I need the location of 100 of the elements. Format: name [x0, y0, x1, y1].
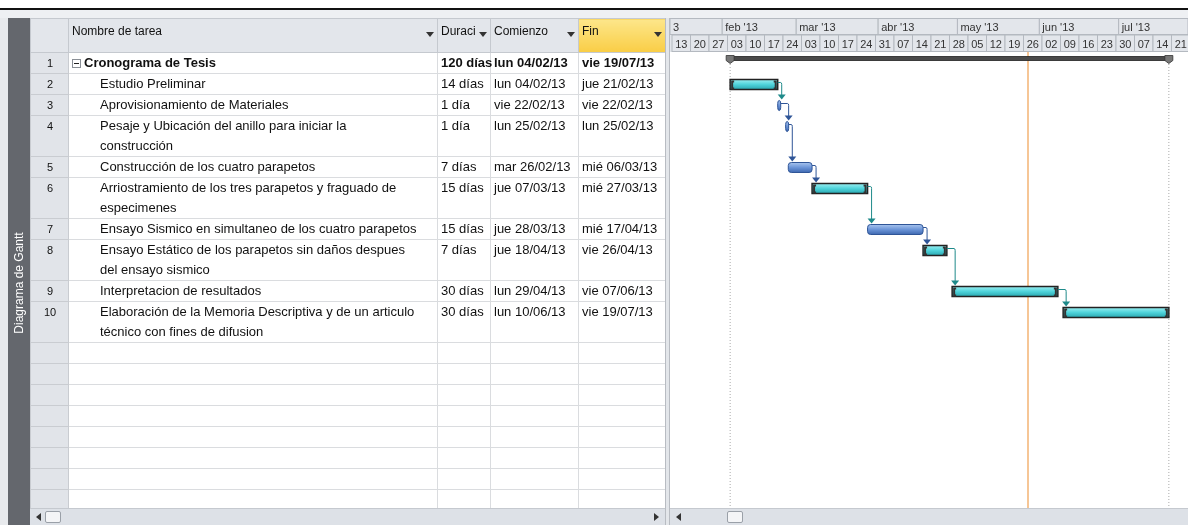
duration-cell: 7 días: [437, 239, 491, 281]
duration-cell: 15 días: [437, 177, 491, 219]
week-label: 13: [671, 34, 691, 52]
dropdown-arrow-icon[interactable]: [567, 32, 575, 37]
task-bar[interactable]: [729, 78, 779, 91]
week-label: 05: [967, 34, 987, 52]
task-name: Interpretacion de resultados: [100, 282, 262, 300]
scroll-right-icon[interactable]: [654, 513, 660, 521]
start-date-cell: mar 26/02/13: [490, 156, 579, 178]
column-header[interactable]: Comienzo: [490, 18, 579, 53]
week-label: 14: [912, 34, 932, 52]
task-bar[interactable]: [777, 100, 782, 111]
month-label: may '13: [956, 18, 1040, 35]
task-name: Arriostramiento de los tres parapetos y fraguado de especimenes: [100, 179, 398, 217]
dropdown-arrow-icon[interactable]: [426, 32, 434, 37]
week-label: 02: [1041, 34, 1061, 52]
summary-bar[interactable]: [725, 55, 1174, 64]
scroll-thumb[interactable]: [45, 511, 61, 523]
start-date-cell: jue 28/03/13: [490, 218, 579, 240]
start-date-cell: lun 29/04/13: [490, 280, 579, 302]
month-label: feb '13: [721, 18, 797, 35]
week-label: 03: [801, 34, 821, 52]
week-label: 24: [782, 34, 802, 52]
week-label: 16: [1078, 34, 1098, 52]
week-label: 12: [986, 34, 1006, 52]
row-number: 3: [30, 94, 69, 116]
week-label: 28: [949, 34, 969, 52]
task-name: Ensayo Estático de los parapetos sin daños despues del ensayo sismico: [100, 241, 406, 279]
week-label: 03: [727, 34, 747, 52]
duration-cell: 1 día: [437, 115, 491, 157]
row-number: 7: [30, 218, 69, 240]
task-name: Pesaje y Ubicación del anillo para iniciar la construcción: [100, 117, 348, 155]
start-date-cell: jue 07/03/13: [490, 177, 579, 219]
task-bar[interactable]: [951, 285, 1059, 298]
scroll-thumb[interactable]: [727, 511, 743, 523]
week-label: 07: [893, 34, 913, 52]
row-number: 6: [30, 177, 69, 219]
view-tab[interactable]: Diagrama de Gantt: [10, 232, 28, 334]
week-label: 24: [856, 34, 876, 52]
row-number: 5: [30, 156, 69, 178]
week-label: 10: [745, 34, 765, 52]
week-label: 27: [708, 34, 728, 52]
week-label: 31: [875, 34, 895, 52]
task-name: Construcción de los cuatro parapetos: [100, 158, 316, 176]
task-bar[interactable]: [922, 244, 948, 257]
duration-cell: 30 días: [437, 301, 491, 343]
task-name: Aprovisionamiento de Materiales: [100, 96, 289, 114]
row-number: 8: [30, 239, 69, 281]
task-name: Cronograma de Tesis: [84, 54, 216, 72]
row-number: 9: [30, 280, 69, 302]
column-header[interactable]: Duraci: [437, 18, 491, 53]
duration-cell: 14 días: [437, 73, 491, 95]
start-date-cell: lun 25/02/13: [490, 115, 579, 157]
week-label: 21: [1171, 34, 1188, 52]
task-bar[interactable]: [811, 182, 869, 195]
task-name: Estudio Preliminar: [100, 75, 206, 93]
task-bar[interactable]: [787, 162, 813, 173]
week-label: 26: [1023, 34, 1043, 52]
start-date-cell: lun 04/02/13: [490, 73, 579, 95]
week-label: 10: [819, 34, 839, 52]
dropdown-arrow-icon[interactable]: [479, 32, 487, 37]
task-bar[interactable]: [785, 121, 790, 132]
scroll-left-icon[interactable]: [676, 513, 682, 521]
row-number: 2: [30, 73, 69, 95]
horizontal-scrollbar[interactable]: [30, 508, 665, 525]
dropdown-arrow-icon[interactable]: [654, 32, 662, 37]
month-label: mar '13: [795, 18, 879, 35]
collapse-icon[interactable]: [72, 59, 81, 68]
horizontal-scrollbar[interactable]: [670, 508, 1188, 525]
month-label: abr '13: [877, 18, 958, 35]
week-label: 20: [690, 34, 710, 52]
week-label: 09: [1060, 34, 1080, 52]
duration-cell: 15 días: [437, 218, 491, 240]
column-header[interactable]: Nombre de tarea: [68, 18, 438, 53]
week-label: 19: [1004, 34, 1024, 52]
month-label: 3: [670, 18, 723, 35]
task-bar[interactable]: [867, 224, 924, 235]
month-label: jun '13: [1038, 18, 1120, 35]
duration-cell: 30 días: [437, 280, 491, 302]
duration-cell: 1 día: [437, 94, 491, 116]
duration-cell: 7 días: [437, 156, 491, 178]
task-bar[interactable]: [1062, 306, 1170, 319]
week-label: 14: [1152, 34, 1172, 52]
start-date-cell: vie 22/02/13: [490, 94, 579, 116]
start-date-cell: jue 18/04/13: [490, 239, 579, 281]
start-date-cell: lun 10/06/13: [490, 301, 579, 343]
week-label: 23: [1097, 34, 1117, 52]
duration-cell: 120 días: [437, 52, 491, 74]
week-label: 21: [930, 34, 950, 52]
week-label: 30: [1115, 34, 1135, 52]
row-number: 4: [30, 115, 69, 157]
scroll-left-icon[interactable]: [36, 513, 42, 521]
week-label: 07: [1134, 34, 1154, 52]
column-header[interactable]: Fin: [578, 18, 665, 53]
row-number: 10: [30, 301, 69, 343]
task-name: Elaboración de la Memoria Descriptiva y de un articulo técnico con fines de difusion: [100, 303, 416, 341]
task-name: Ensayo Sismico en simultaneo de los cuatro parapetos: [100, 220, 417, 238]
week-label: 17: [838, 34, 858, 52]
row-number: 1: [30, 52, 69, 74]
week-label: 17: [764, 34, 784, 52]
